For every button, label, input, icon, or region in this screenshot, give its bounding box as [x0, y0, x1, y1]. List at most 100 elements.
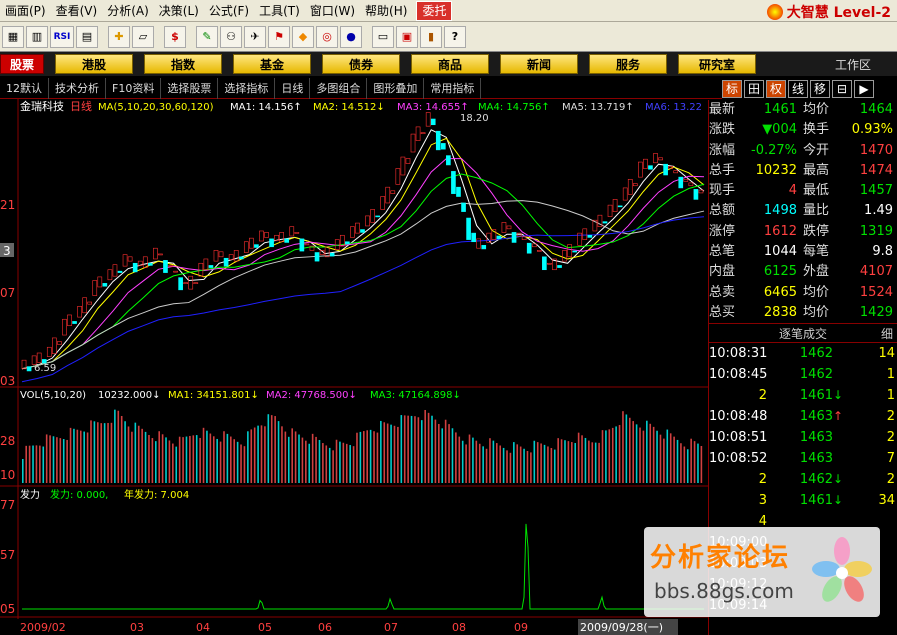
- tab-expand[interactable]: ▶: [854, 79, 874, 98]
- menu-screen[interactable]: 画面(P): [0, 0, 51, 22]
- crosshair-icon[interactable]: ✚: [108, 25, 130, 48]
- menu-view[interactable]: 查看(V): [51, 0, 103, 22]
- menu-analysis[interactable]: 分析(A): [102, 0, 154, 22]
- circle-icon[interactable]: ●: [340, 25, 362, 48]
- volume-bar: [656, 430, 658, 483]
- ruler-icon[interactable]: ▱: [132, 25, 154, 48]
- tick-volume: 14: [878, 346, 895, 362]
- nav-fund[interactable]: 基金: [233, 54, 311, 74]
- quote-table: 最新 1461 均价 1464 涨跌 ▼004 换手 0.93% 涨幅 -0.27%…: [709, 100, 897, 323]
- candle: [238, 256, 244, 260]
- menu-formula[interactable]: 公式(F): [204, 0, 254, 22]
- volume-bar: [478, 443, 481, 483]
- watermark-url: bbs.88gs.com: [654, 579, 794, 603]
- candle: [542, 256, 547, 271]
- menu-help[interactable]: 帮助(H): [360, 0, 412, 22]
- grid-icon[interactable]: ▦: [2, 25, 24, 48]
- help-cursor-icon[interactable]: ?: [444, 25, 466, 48]
- low-price-mark: 6.59: [34, 363, 56, 374]
- volume-bar: [226, 433, 229, 483]
- select-stock-button[interactable]: 选择股票: [161, 77, 219, 99]
- select-indicator-button[interactable]: 选择指标: [218, 77, 276, 99]
- candle: [435, 130, 441, 151]
- quote-value: 1474: [859, 162, 893, 178]
- candle: [127, 256, 133, 262]
- quote-value: 1464: [859, 102, 893, 117]
- pen-icon[interactable]: ✎: [196, 25, 218, 48]
- quote-value: 1470: [859, 142, 893, 158]
- kline-chart[interactable]: 金瑞科技 日线 MA(5,10,20,30,60,120) MA1: 14.15…: [0, 99, 708, 635]
- volume-bar: [39, 445, 41, 483]
- ma5-label: MA5: 13.719↑: [562, 102, 634, 113]
- volume-bar: [243, 446, 246, 483]
- tab-collapse[interactable]: ⊟: [832, 79, 852, 98]
- satellite-icon[interactable]: ✈: [244, 25, 266, 48]
- quote-value: -0.27%: [751, 142, 797, 158]
- ring-icon[interactable]: ◎: [316, 25, 338, 48]
- tech-analysis-button[interactable]: 技术分析: [49, 77, 106, 99]
- volume-bar: [390, 424, 392, 483]
- workzone-label[interactable]: 工作区: [835, 56, 871, 73]
- quote-row: 总额 1498 量比 1.49: [709, 201, 897, 221]
- dollar-icon[interactable]: $: [164, 25, 186, 48]
- candle: [617, 205, 623, 208]
- volume-bar: [649, 423, 652, 483]
- volume-bar: [131, 431, 133, 483]
- doc-icon[interactable]: ▭: [372, 25, 394, 48]
- overlay-button[interactable]: 图形叠加: [367, 77, 425, 99]
- tab-line[interactable]: 线: [788, 79, 808, 98]
- menu-tools[interactable]: 工具(T): [254, 0, 305, 22]
- menu-window[interactable]: 窗口(W): [305, 0, 360, 22]
- rsi-icon[interactable]: RSI: [50, 25, 74, 48]
- tab-move[interactable]: 移: [810, 79, 830, 98]
- tile-icon[interactable]: ▤: [76, 25, 98, 48]
- volume-bar: [233, 439, 236, 483]
- volume-bar: [373, 431, 375, 483]
- nav-news[interactable]: 新闻: [500, 54, 578, 74]
- nav-service[interactable]: 服务: [589, 54, 667, 74]
- diamond-icon[interactable]: ◆: [292, 25, 314, 48]
- volume-bar: [523, 448, 525, 483]
- volume-bar: [199, 437, 201, 483]
- nav-index[interactable]: 指数: [144, 54, 222, 74]
- volume-bar: [42, 446, 45, 483]
- nav-stocks[interactable]: 股票: [0, 54, 44, 74]
- multi-chart-button[interactable]: 多图组合: [310, 77, 368, 99]
- books-icon[interactable]: ▮: [420, 25, 442, 48]
- window-icon[interactable]: ▣: [396, 25, 418, 48]
- tab-rights[interactable]: 权: [766, 79, 786, 98]
- tick-detail-button[interactable]: 细: [881, 324, 893, 344]
- kline-icon[interactable]: ▥: [26, 25, 48, 48]
- quote-label: 总买: [709, 304, 736, 320]
- menu-decision[interactable]: 决策(L): [154, 0, 204, 22]
- tab-grid[interactable]: 田: [744, 79, 764, 98]
- volume-bar: [646, 420, 648, 483]
- daily-line-button[interactable]: 日线: [275, 77, 311, 99]
- quote-value: 1.49: [864, 203, 893, 219]
- volume-bar: [693, 441, 696, 483]
- nav-research[interactable]: 研究室: [678, 54, 756, 74]
- binoculars-icon[interactable]: ⚇: [220, 25, 242, 48]
- common-indicator-button[interactable]: 常用指标: [424, 77, 482, 99]
- quote-value: 2838: [763, 304, 797, 320]
- y-tick: 3: [3, 244, 11, 258]
- volume-bar: [189, 435, 191, 483]
- default-layout-button[interactable]: 12默认: [0, 77, 49, 99]
- menu-trade[interactable]: 委托: [416, 0, 453, 21]
- f10-button[interactable]: F10资料: [106, 77, 162, 99]
- tick-price: 1462: [799, 367, 833, 383]
- volume-bar: [560, 439, 563, 483]
- tab-quote[interactable]: 标: [722, 79, 742, 98]
- candle: [375, 215, 380, 218]
- nav-commodity[interactable]: 商品: [411, 54, 489, 74]
- candle: [183, 282, 189, 284]
- nav-hk[interactable]: 港股: [55, 54, 133, 74]
- candle: [501, 222, 507, 233]
- flag-icon[interactable]: ⚑: [268, 25, 290, 48]
- x-tick: 09: [514, 621, 528, 634]
- nav-bond[interactable]: 债券: [322, 54, 400, 74]
- volume-bar: [79, 430, 82, 483]
- volume-bar: [52, 436, 55, 483]
- quote-label: 均价: [803, 102, 830, 117]
- tick-row: 2 1462 ↓ 2: [709, 469, 897, 490]
